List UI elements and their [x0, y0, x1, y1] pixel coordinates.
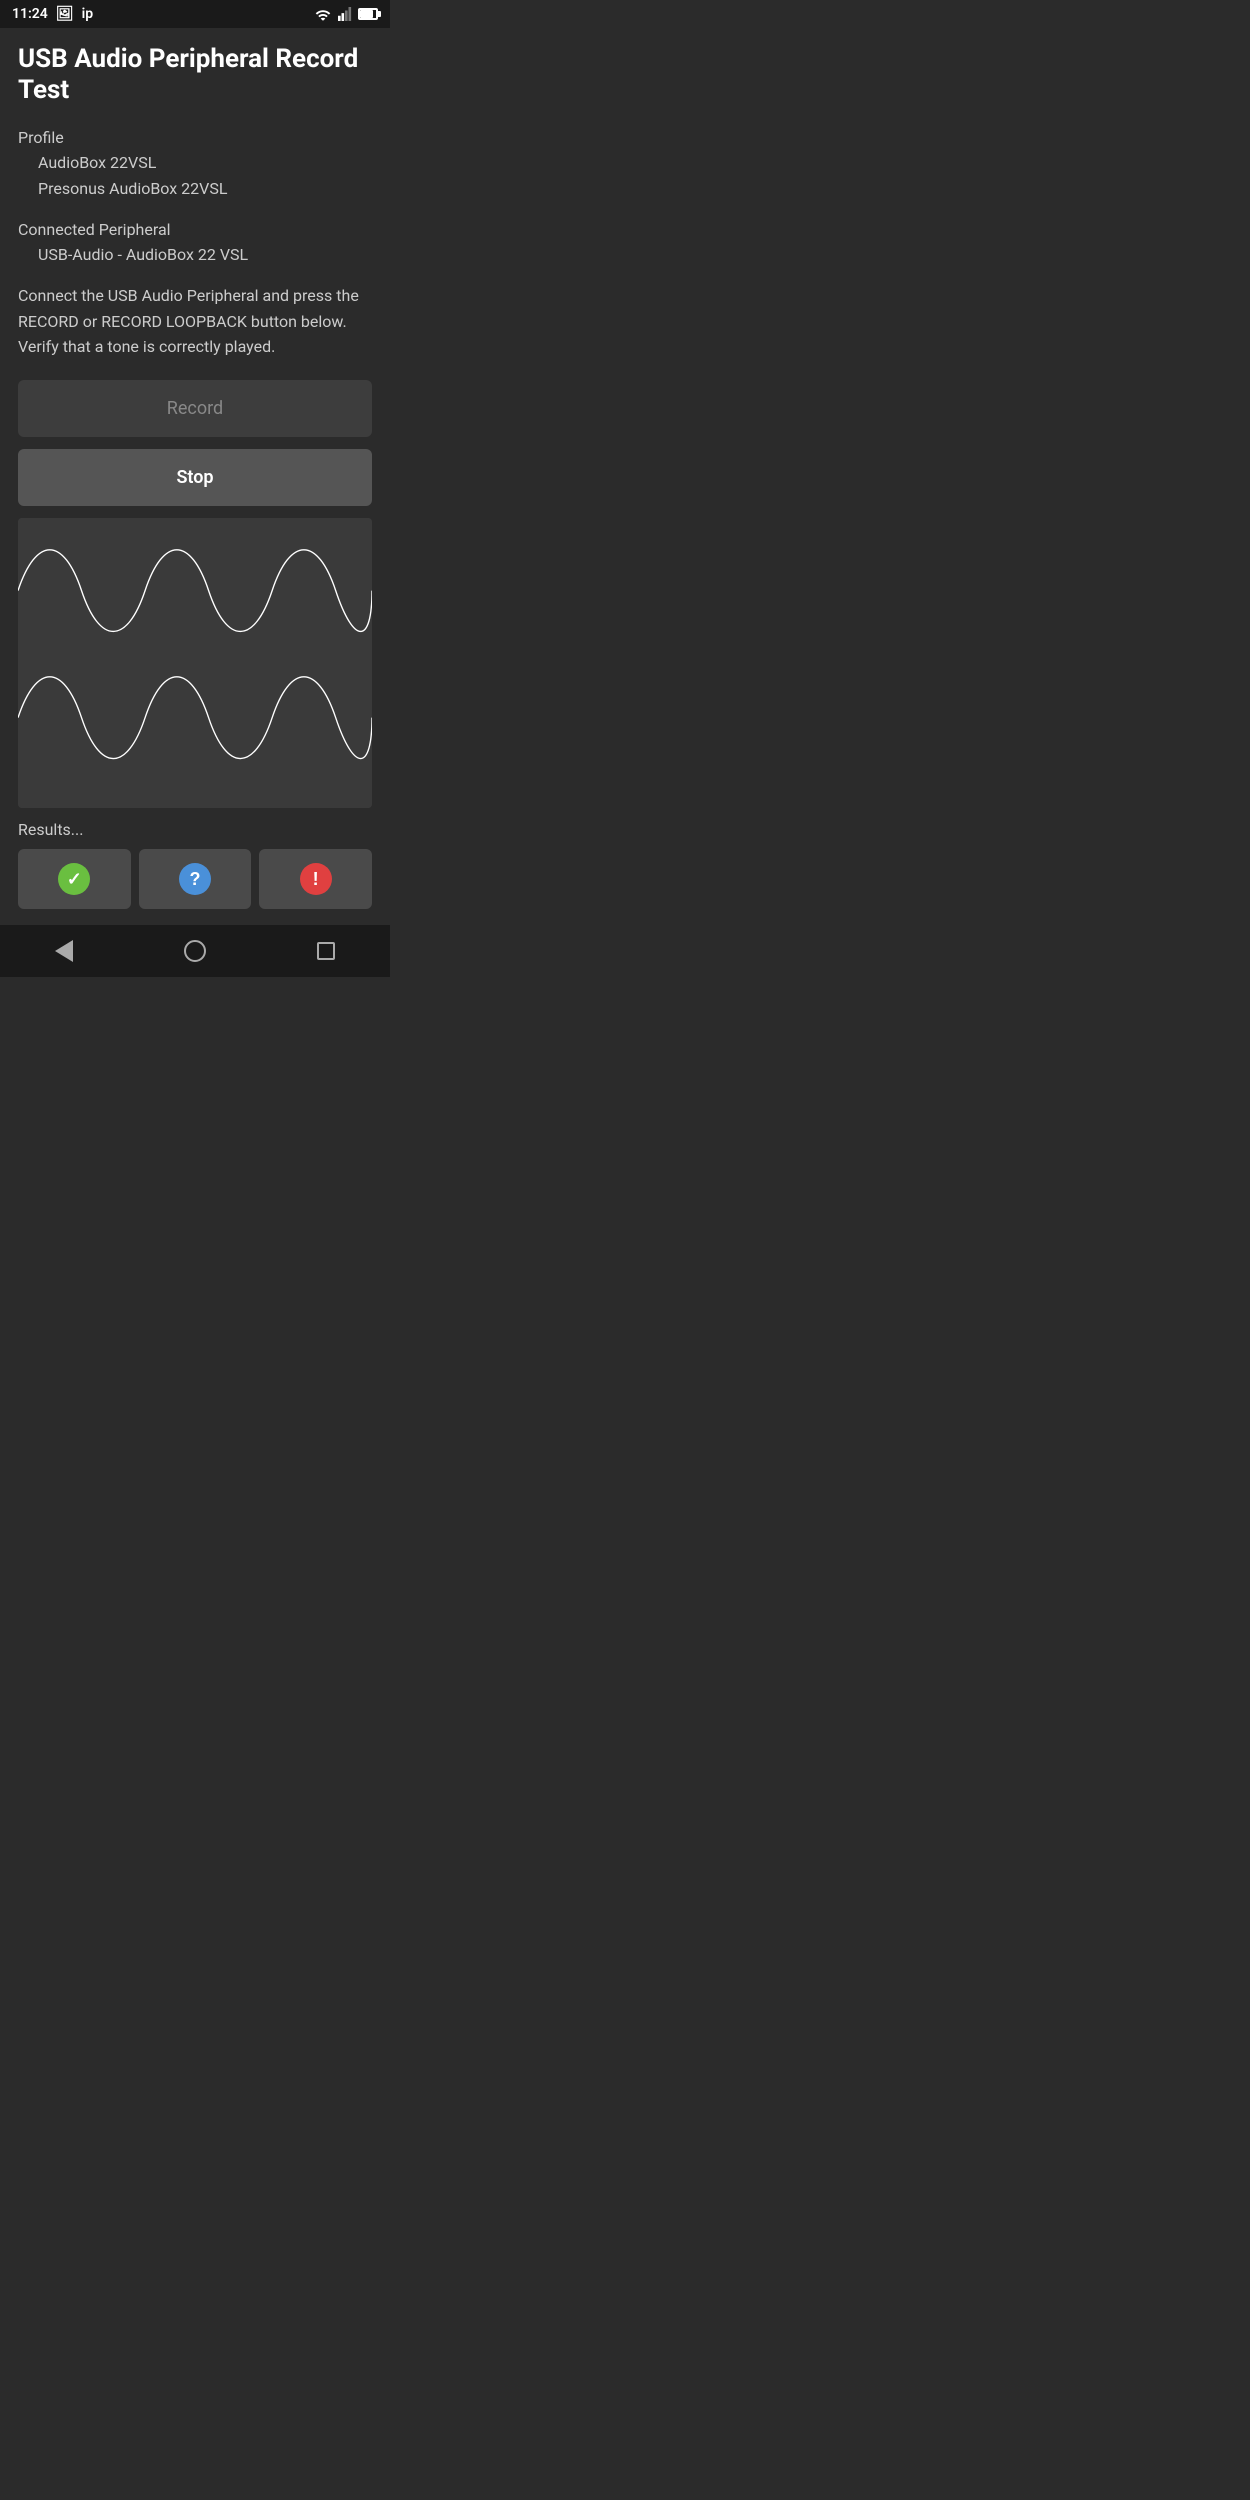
status-left: 11:24 🖼 ip: [12, 6, 93, 22]
bottom-nav: [0, 925, 390, 977]
nav-recent-button[interactable]: [309, 934, 343, 968]
profile-line1: AudioBox 22VSL: [18, 150, 372, 176]
waveform-svg: [18, 518, 372, 808]
instruction-text: Connect the USB Audio Peripheral and pre…: [18, 283, 372, 360]
page-title: USB Audio Peripheral Record Test: [18, 44, 372, 106]
recent-icon: [317, 942, 335, 960]
status-bar: 11:24 🖼 ip: [0, 0, 390, 28]
main-content: USB Audio Peripheral Record Test Profile…: [0, 28, 390, 925]
pass-icon: ✓: [58, 863, 90, 895]
fail-icon: !: [300, 863, 332, 895]
question-icon: ?: [179, 863, 211, 895]
peripheral-label: Connected Peripheral: [18, 218, 372, 242]
result-pass-button[interactable]: ✓: [18, 849, 131, 909]
nav-back-button[interactable]: [47, 932, 81, 970]
results-label: Results...: [18, 820, 372, 839]
peripheral-section: Connected Peripheral USB-Audio - AudioBo…: [18, 218, 372, 268]
waveform-display: [18, 518, 372, 808]
status-right: [314, 7, 378, 21]
peripheral-value: USB-Audio - AudioBox 22 VSL: [18, 242, 372, 268]
back-icon: [55, 940, 73, 962]
status-network-label: ip: [82, 6, 94, 22]
results-buttons: ✓ ? !: [18, 849, 372, 909]
battery-icon: [358, 8, 378, 20]
profile-label: Profile: [18, 126, 372, 150]
home-icon: [184, 940, 206, 962]
profile-section: Profile AudioBox 22VSL Presonus AudioBox…: [18, 126, 372, 201]
stop-button[interactable]: Stop: [18, 449, 372, 506]
nav-home-button[interactable]: [176, 932, 214, 970]
profile-line2: Presonus AudioBox 22VSL: [18, 176, 372, 202]
status-image-icon: 🖼: [56, 6, 74, 22]
signal-icon: [338, 7, 352, 21]
record-button[interactable]: Record: [18, 380, 372, 437]
result-fail-button[interactable]: !: [259, 849, 372, 909]
result-question-button[interactable]: ?: [139, 849, 252, 909]
wifi-icon: [314, 7, 332, 21]
status-time: 11:24: [12, 6, 48, 22]
